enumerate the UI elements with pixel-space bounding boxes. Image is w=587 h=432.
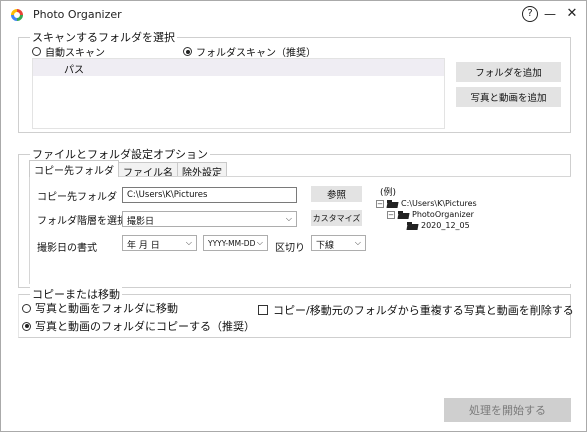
app-window: Photo Organizer ? — ✕ スキャンするフォルダを選択 自動スキ… <box>0 0 587 432</box>
folder-scan-radio[interactable]: フォルダスキャン（推奨） <box>183 44 316 59</box>
chevron-down-icon: ⌵ <box>354 238 361 247</box>
auto-scan-label: 自動スキャン <box>45 48 105 59</box>
hierarchy-selected: 撮影日 <box>127 217 155 227</box>
destination-label: コピー先フォルダ <box>37 192 117 203</box>
radio-indicator-selected <box>22 321 31 331</box>
tab-exclusion[interactable]: 除外設定 <box>177 162 227 179</box>
folder-icon <box>387 199 398 208</box>
path-column-header: パス <box>33 59 444 76</box>
date-pattern-selected: YYYY-MM-DD <box>208 239 256 248</box>
tree-root-label: C:\Users\K\Pictures <box>401 199 477 208</box>
date-part-selected: 年 月 日 <box>127 241 160 251</box>
hierarchy-select[interactable]: 撮影日 ⌵ <box>122 211 297 227</box>
app-logo-icon <box>11 9 23 21</box>
date-part-select[interactable]: 年 月 日 ⌵ <box>122 235 197 251</box>
move-label: 写真と動画をフォルダに移動 <box>35 302 178 315</box>
date-format-label: 撮影日の書式 <box>37 243 97 254</box>
example-label: (例) <box>380 188 397 198</box>
destination-input[interactable]: C:\Users\K\Pictures <box>122 187 297 203</box>
chevron-down-icon: ⌵ <box>185 238 192 247</box>
window-title: Photo Organizer <box>33 8 122 21</box>
collapse-icon: − <box>387 210 395 219</box>
delete-duplicates-checkbox[interactable]: コピー/移動元のフォルダから重複する写真と動画を削除する <box>258 302 574 318</box>
customize-button[interactable]: カスタマイズ <box>311 210 362 226</box>
title-bar: Photo Organizer ? — ✕ <box>1 1 586 29</box>
tree-node-date: 2020_12_05 <box>407 221 470 230</box>
tab-destination[interactable]: コピー先フォルダ <box>29 160 119 177</box>
separator-selected: 下線 <box>316 241 335 251</box>
start-button[interactable]: 処理を開始する <box>444 398 571 422</box>
date-pattern-select[interactable]: YYYY-MM-DD ⌵ <box>203 235 268 251</box>
move-radio[interactable]: 写真と動画をフォルダに移動 <box>22 300 178 316</box>
auto-scan-radio[interactable]: 自動スキャン <box>32 44 105 59</box>
folder-icon <box>407 221 418 230</box>
copy-radio[interactable]: 写真と動画のフォルダにコピーする（推奨） <box>22 318 255 334</box>
chevron-down-icon: ⌵ <box>285 214 292 223</box>
hierarchy-label: フォルダ階層を選択 <box>37 216 127 227</box>
tab-filename[interactable]: ファイル名 <box>118 162 178 179</box>
close-button[interactable]: ✕ <box>564 6 580 22</box>
tree-app-label: PhotoOrganizer <box>412 210 474 219</box>
radio-indicator-selected <box>183 47 192 56</box>
delete-duplicates-label: コピー/移動元のフォルダから重複する写真と動画を削除する <box>273 304 574 317</box>
checkbox-indicator <box>258 305 268 315</box>
options-tabs: コピー先フォルダ ファイル名 除外設定 <box>29 160 227 179</box>
tree-date-label: 2020_12_05 <box>421 221 470 230</box>
folder-scan-label: フォルダスキャン（推奨） <box>196 48 316 59</box>
separator-select[interactable]: 下線 ⌵ <box>311 235 366 251</box>
browse-button[interactable]: 参照 <box>311 186 362 202</box>
example-tree: (例) − C:\Users\K\Pictures − PhotoOrganiz… <box>376 185 496 235</box>
help-icon[interactable]: ? <box>522 6 538 22</box>
add-media-button[interactable]: 写真と動画を追加 <box>456 87 561 107</box>
radio-indicator <box>32 47 41 56</box>
minimize-button[interactable]: — <box>542 6 558 22</box>
chevron-down-icon: ⌵ <box>256 238 263 247</box>
add-folder-button[interactable]: フォルダを追加 <box>456 62 561 82</box>
copy-label: 写真と動画のフォルダにコピーする（推奨） <box>35 320 255 333</box>
path-list[interactable]: パス <box>32 58 445 129</box>
folder-icon <box>398 210 409 219</box>
collapse-icon: − <box>376 199 384 208</box>
scan-legend: スキャンするフォルダを選択 <box>30 29 177 45</box>
tree-node-app: − PhotoOrganizer <box>387 210 474 219</box>
tree-node-root: − C:\Users\K\Pictures <box>376 199 477 208</box>
radio-indicator <box>22 303 31 313</box>
separator-label: 区切り <box>275 243 305 254</box>
